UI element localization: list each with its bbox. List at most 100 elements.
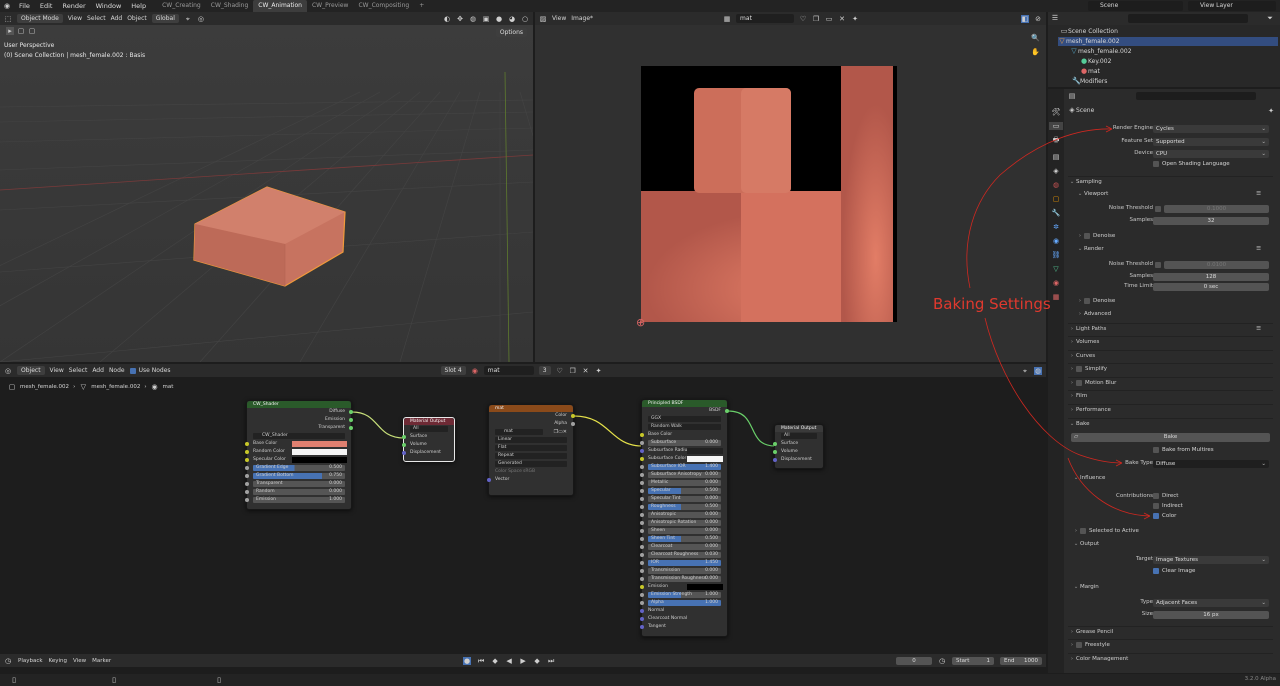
color-checkbox[interactable] (1153, 512, 1159, 519)
bake-button[interactable]: ▱ Bake (1071, 433, 1270, 442)
socket-subsurface-ior[interactable] (640, 465, 644, 469)
menu-file[interactable]: File (14, 2, 35, 10)
viewport-presets-icon[interactable]: ☰ (1256, 189, 1261, 200)
projection-dropdown[interactable]: Flat (489, 444, 573, 452)
socket-specular-tint[interactable] (640, 497, 644, 501)
sampling-panel[interactable]: ⌄ Sampling (1068, 176, 1273, 187)
xray-icon[interactable]: ▣ (482, 15, 490, 23)
bsdf-input-metallic[interactable]: Metallic 0.000 (640, 479, 727, 487)
selected-to-active-subpanel[interactable]: › Selected to Active (1068, 526, 1273, 537)
node-editor[interactable]: ◎ Object View Select Add Node Use Nodes … (0, 364, 1046, 652)
viewport-menu-object[interactable]: Object (127, 15, 147, 22)
bsdf-input-anisotropic-rotation[interactable]: Anisotropic Rotation 0.000 (640, 519, 727, 527)
bsdf-input-subsurface-anisotropy[interactable]: Subsurface Anisotropy 0.000 (640, 471, 727, 479)
socket-anisotropic-rotation[interactable] (640, 521, 644, 525)
socket-sheen[interactable] (640, 529, 644, 533)
vp-denoise-checkbox[interactable] (1084, 232, 1090, 239)
socket-sheen-tint[interactable] (640, 537, 644, 541)
properties-search-input[interactable] (1136, 92, 1256, 100)
subsurface-method-dropdown[interactable]: Random Walk (642, 423, 727, 431)
socket-clearcoat-roughness[interactable] (640, 553, 644, 557)
osl-checkbox-row[interactable]: Open Shading Language (1068, 159, 1273, 170)
physics-tab-icon[interactable]: ◉ (1053, 237, 1059, 245)
material-output-node-1[interactable]: Material Output All Surface Volume Displ… (402, 417, 455, 462)
grease-pencil-panel[interactable]: › Grease Pencil (1068, 626, 1273, 637)
margin-type-dropdown[interactable]: Adjacent Faces ⌄ (1153, 598, 1269, 607)
bsdf-input-specular-tint[interactable]: Specular Tint 0.000 (640, 495, 727, 503)
curves-panel[interactable]: › Curves (1068, 350, 1273, 361)
socket-transmission[interactable] (640, 569, 644, 573)
viewport-menu-select[interactable]: Select (87, 15, 106, 22)
socket-tangent[interactable] (640, 625, 644, 629)
feature-set-dropdown[interactable]: Supported ⌄ (1153, 137, 1269, 146)
socket-vector[interactable] (487, 478, 491, 482)
bake-multires-row[interactable]: Bake from Multires (1068, 445, 1273, 456)
tab-cw-preview[interactable]: CW_Preview (307, 0, 353, 12)
constraints-tab-icon[interactable]: ⛓ (1052, 251, 1061, 259)
socket-ior[interactable] (640, 561, 644, 565)
timeline-menu-playback[interactable]: Playback (18, 658, 43, 664)
emission-color-swatch[interactable] (687, 584, 723, 590)
cw-shader-node[interactable]: CW_Shader Diffuse Emission Transparent C… (245, 400, 353, 510)
socket-base-color[interactable] (245, 442, 249, 446)
pan-hand-icon[interactable]: ✋ (1031, 48, 1040, 56)
image-browse-icon[interactable]: ▦ (723, 15, 731, 23)
socket-subsurface-color[interactable] (640, 457, 644, 461)
socket-clearcoat-normal[interactable] (640, 617, 644, 621)
image-menu-view[interactable]: View (552, 15, 566, 22)
socket-subsurface-anisotropy[interactable] (640, 473, 644, 477)
viewport-menu-view[interactable]: View (68, 15, 82, 22)
time-limit-field[interactable]: 0 sec (1153, 282, 1269, 291)
bsdf-field-ior[interactable]: IOR 1.450 (648, 560, 721, 566)
gizmo-icon[interactable]: ✥ (456, 15, 464, 23)
view-layer-tab-icon[interactable]: ▤ (1053, 153, 1060, 161)
scene-selector[interactable]: Scene (1088, 1, 1183, 11)
bake-type-dropdown[interactable]: Diffuse ⌄ (1153, 459, 1269, 468)
bsdf-field-transmission-roughness[interactable]: Transmission Roughness 0.000 (648, 576, 721, 582)
vp-denoise-subpanel[interactable]: › Denoise (1068, 231, 1273, 242)
editor-type-image-icon[interactable]: ▨ (539, 15, 547, 23)
light-paths-presets-icon[interactable]: ☰ (1256, 324, 1261, 335)
outliner-scene-collection[interactable]: ▭Scene Collection (1060, 27, 1118, 37)
viewport-subpanel[interactable]: ⌄ Viewport ☰ (1068, 189, 1273, 200)
options-dropdown[interactable]: Options (495, 28, 527, 37)
socket-emission-strength[interactable] (640, 593, 644, 597)
socket-displacement-2[interactable] (773, 458, 777, 462)
outliner-item-mesh-object[interactable]: ▽mesh_female.002 (1058, 37, 1278, 46)
performance-panel[interactable]: › Performance (1068, 404, 1273, 415)
proportional-edit-icon[interactable]: ◎ (197, 15, 205, 23)
image-view-icon[interactable]: ◧ (1021, 14, 1029, 23)
principled-bsdf-node[interactable]: Principled BSDF BSDF GGX Random Walk Bas… (640, 399, 729, 637)
vp-noise-threshold-checkbox[interactable] (1155, 205, 1161, 212)
object-tab-icon[interactable]: ▢ (1053, 195, 1060, 203)
object-mode-dropdown[interactable]: Object Mode (17, 14, 63, 23)
bsdf-input-anisotropic[interactable]: Anisotropic 0.000 (640, 511, 727, 519)
input-transparent[interactable]: Transparent 0.000 (245, 480, 351, 488)
snap-icon[interactable]: ⌖ (184, 15, 192, 23)
socket-volume-1[interactable] (402, 443, 406, 447)
socket-subsurface[interactable] (640, 441, 644, 445)
bsdf-field-alpha[interactable]: Alpha 1.000 (648, 600, 721, 606)
material-tab-icon[interactable]: ◉ (1053, 279, 1059, 287)
socket-diffuse[interactable] (349, 410, 353, 414)
input-random[interactable]: Random 0.000 (245, 488, 351, 496)
osl-checkbox[interactable] (1153, 160, 1159, 167)
vp-noise-threshold-field[interactable]: 0.1000 (1164, 204, 1269, 213)
freestyle-panel[interactable]: › Freestyle (1068, 639, 1273, 650)
bsdf-input-clearcoat-roughness[interactable]: Clearcoat Roughness 0.030 (640, 551, 727, 559)
image-overlay-icon[interactable]: ⊘ (1034, 15, 1042, 23)
indirect-checkbox[interactable] (1153, 502, 1159, 509)
editor-type-properties-icon[interactable]: ▤ (1068, 92, 1076, 100)
socket-clearcoat[interactable] (640, 545, 644, 549)
subsurface-radius-dropdown[interactable] (687, 448, 723, 454)
input-gradient-bottom[interactable]: Gradient Bottom 0.750 (245, 472, 351, 480)
group-selector[interactable]: CW_Shader (247, 432, 351, 440)
world-tab-icon[interactable]: ◍ (1053, 181, 1059, 189)
device-dropdown[interactable]: CPU ⌄ (1153, 149, 1269, 158)
editor-type-outliner-icon[interactable]: ☰ (1051, 14, 1059, 22)
shading-material-icon[interactable]: ◕ (508, 15, 516, 23)
play-icon[interactable]: ▶ (519, 657, 527, 665)
bake-multires-checkbox[interactable] (1153, 446, 1159, 453)
pin-icon[interactable]: ✦ (851, 15, 859, 23)
image-selector[interactable]: mat ❐▭✕ (489, 428, 573, 436)
